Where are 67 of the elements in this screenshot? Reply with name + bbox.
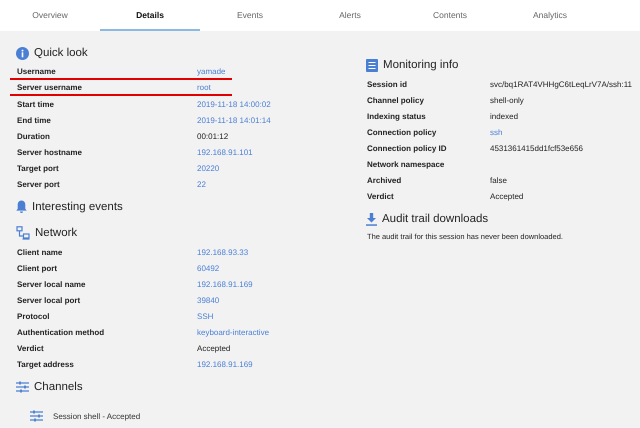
section-title: Channels: [34, 381, 83, 393]
field-label: Authentication method: [17, 328, 106, 336]
section-title: Quick look: [34, 47, 88, 59]
field-value: 00:01:12: [197, 132, 228, 140]
field-link[interactable]: 22: [197, 180, 206, 188]
info-icon: [16, 46, 29, 60]
sliders-icon: [30, 410, 43, 422]
section-title: Audit trail downloads: [382, 213, 488, 225]
field-link[interactable]: keyboard-interactive: [197, 328, 270, 336]
download-icon: [366, 212, 377, 226]
channel-item[interactable]: Session shell - Accepted: [53, 412, 140, 420]
network-icon: [16, 226, 30, 240]
field-link[interactable]: 2019-11-18 14:01:14: [197, 116, 271, 124]
field-label: Server username: [17, 82, 83, 92]
field-link[interactable]: 192.168.91.101: [197, 148, 253, 156]
field-label: Username: [17, 66, 57, 76]
field-label: Archived: [367, 176, 402, 184]
field-link[interactable]: 192.168.93.33: [197, 248, 248, 256]
tab[interactable]: Events: [200, 0, 300, 31]
field-value: false: [490, 176, 507, 184]
field-link[interactable]: 192.168.91.169: [197, 360, 253, 368]
field-label: Channel policy: [367, 96, 425, 104]
field-link[interactable]: SSH: [197, 312, 214, 320]
field-link[interactable]: yamade: [197, 66, 226, 76]
field-value: shell-only: [490, 96, 524, 104]
field-link[interactable]: root: [197, 82, 211, 92]
tab[interactable]: Contents: [400, 0, 500, 31]
section-title: Monitoring info: [383, 59, 458, 71]
field-value: Accepted: [197, 344, 230, 352]
field-link[interactable]: ssh: [490, 128, 502, 136]
document-icon: [366, 58, 378, 72]
section-title: Interesting events: [32, 201, 123, 213]
bell-icon: [16, 200, 27, 214]
tab[interactable]: Analytics: [500, 0, 600, 31]
field-label: Verdict: [367, 192, 395, 200]
tab[interactable]: Details: [100, 0, 200, 31]
field-link[interactable]: 2019-11-18 14:00:02: [197, 100, 271, 108]
field-label: Client port: [17, 264, 58, 272]
field-label: Connection policy ID: [367, 144, 448, 152]
field-label: Client name: [17, 248, 64, 256]
tab[interactable]: Alerts: [300, 0, 400, 31]
tab[interactable]: Overview: [0, 0, 100, 31]
field-link[interactable]: 39840: [197, 296, 220, 304]
field-label: Protocol: [17, 312, 50, 320]
sliders-icon: [16, 381, 29, 393]
field-label: Duration: [17, 132, 51, 140]
field-value: 4531361415dd1fcf53e656: [490, 144, 583, 152]
field-link[interactable]: 20220: [197, 164, 220, 172]
section-title: Network: [35, 227, 78, 239]
field-label: Server local port: [17, 296, 82, 304]
field-label: Connection policy: [367, 128, 438, 136]
field-label: Start time: [17, 100, 55, 108]
field-label: Target port: [17, 164, 60, 172]
field-link[interactable]: 60492: [197, 264, 220, 272]
field-link[interactable]: 192.168.91.169: [197, 280, 253, 288]
field-label: Network namespace: [367, 160, 446, 168]
field-label: Server hostname: [17, 148, 83, 156]
field-label: Target address: [17, 360, 75, 368]
field-label: Session id: [367, 80, 408, 88]
field-value: Accepted: [490, 192, 524, 200]
field-value: svc/bq1RAT4VHHgC6tLeqLrV7A/ssh:11: [490, 80, 632, 88]
field-value: indexed: [490, 112, 518, 120]
field-label: Server port: [17, 180, 61, 188]
field-label: Verdict: [17, 344, 45, 352]
field-label: End time: [17, 116, 52, 124]
field-label: Indexing status: [367, 112, 427, 120]
field-label: Server local name: [17, 280, 86, 288]
